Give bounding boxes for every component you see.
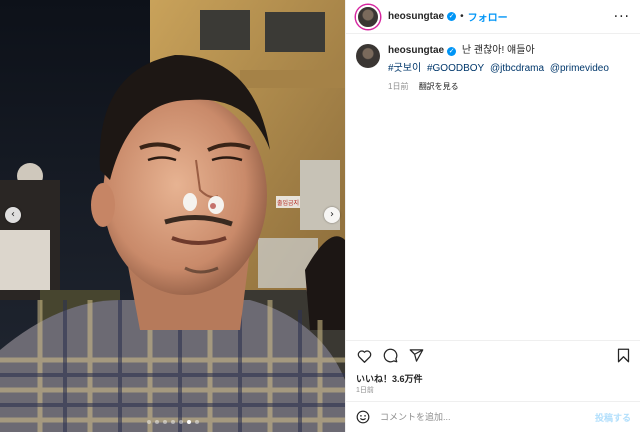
carousel-dot xyxy=(178,420,183,424)
verified-badge-icon: ✓ xyxy=(447,12,457,21)
caption-text: 난 괜찮아! 얘들아 xyxy=(461,45,535,56)
caption: heosungtae ✓ 난 괜찮아! 얘들아 #굿보이 #GOODBOY @jt… xyxy=(346,34,640,94)
carousel-dot xyxy=(162,420,167,424)
more-horizontal-icon[interactable]: ··· xyxy=(614,9,630,25)
carousel-dot xyxy=(194,420,199,424)
hashtag-list: #굿보이 #GOODBOY @jtbcdrama @primevideo xyxy=(388,62,612,76)
caption-time: 1日前 xyxy=(388,82,409,91)
like-count[interactable]: いいね！3.6万件 xyxy=(356,372,423,385)
hashtag-link[interactable]: #굿보이 xyxy=(388,63,421,74)
post-header: heosungtae ✓ • フォロー ··· xyxy=(346,0,640,34)
carousel-indicator xyxy=(0,420,345,424)
warning-sign: 출입금지 xyxy=(277,199,299,207)
post-date: 1日前 xyxy=(356,387,374,394)
mention-link[interactable]: @jtbcdrama xyxy=(490,63,544,74)
carousel-dot xyxy=(170,420,175,424)
carousel-dot xyxy=(186,420,191,424)
follow-button[interactable]: フォロー xyxy=(468,9,508,24)
mention-link[interactable]: @primevideo xyxy=(550,63,609,74)
username-link[interactable]: heosungtae xyxy=(388,11,444,22)
send-icon[interactable] xyxy=(408,348,424,364)
post-side-panel: heosungtae ✓ • フォロー ··· heosungtae ✓ 난 괜찮… xyxy=(345,0,640,432)
emoji-icon[interactable] xyxy=(356,410,370,424)
previous-slide-button[interactable]: ‹ xyxy=(5,207,21,223)
translate-link[interactable]: 翻訳を見る xyxy=(419,82,459,91)
next-slide-button[interactable]: › xyxy=(324,207,340,223)
comment-icon[interactable] xyxy=(382,348,398,364)
post-comment-button[interactable]: 投稿する xyxy=(595,411,631,424)
verified-badge-icon: ✓ xyxy=(447,47,457,56)
carousel-dot xyxy=(154,420,159,424)
hashtag-link[interactable]: #GOODBOY xyxy=(427,63,484,74)
avatar[interactable] xyxy=(356,4,380,29)
post-media[interactable]: 출입금지 ‹ › xyxy=(0,0,345,432)
post-photo: 출입금지 xyxy=(0,0,345,432)
caption-avatar[interactable] xyxy=(356,44,380,68)
comment-input[interactable] xyxy=(380,412,595,422)
heart-icon[interactable] xyxy=(356,348,372,364)
carousel-dot xyxy=(146,420,151,424)
separator-dot: • xyxy=(460,11,464,22)
bookmark-icon[interactable] xyxy=(615,348,631,364)
comment-bar: 投稿する xyxy=(346,401,640,432)
caption-username[interactable]: heosungtae xyxy=(388,45,444,56)
action-bar xyxy=(346,340,640,370)
caption-meta: 1日前 翻訳を見る xyxy=(388,80,612,94)
